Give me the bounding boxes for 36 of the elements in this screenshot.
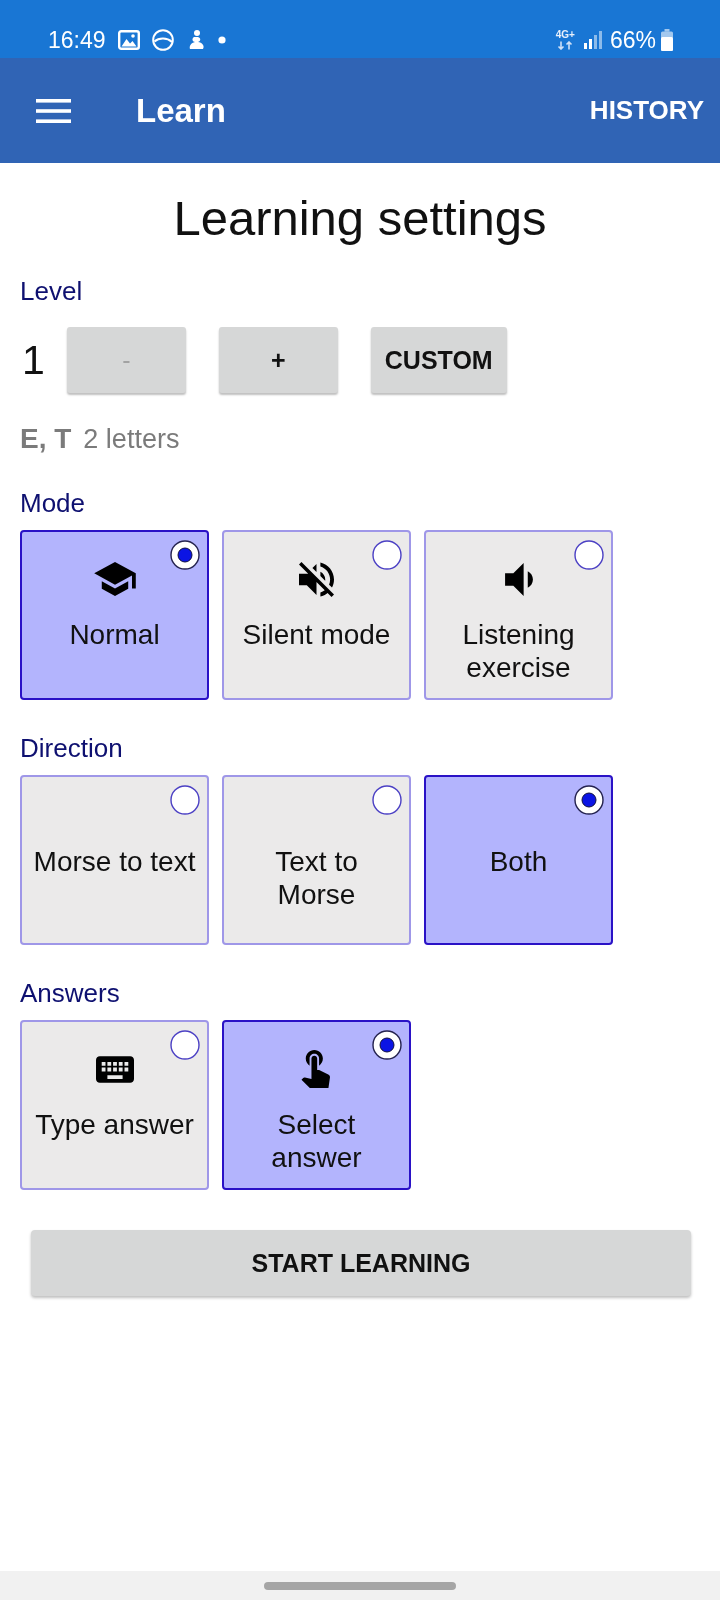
image-icon <box>117 30 140 50</box>
data-arrows-icon <box>557 41 574 50</box>
circle-icon <box>151 29 174 51</box>
option-tile[interactable]: Silent mode <box>222 530 411 700</box>
graduation-cap-icon <box>93 562 136 596</box>
level-value: 1 <box>22 336 45 384</box>
dot-icon <box>217 36 226 44</box>
network-type: 4G+ <box>555 30 575 40</box>
section-label: Direction <box>20 733 124 763</box>
section-label: Answers <box>20 978 121 1008</box>
section-label: Level <box>20 276 84 306</box>
history-button[interactable]: HISTORY <box>589 95 704 126</box>
letter-count: 2 letters <box>83 423 180 455</box>
pointing-hand-icon <box>301 1050 332 1088</box>
page-title: Learning settings <box>172 190 548 247</box>
option-tile[interactable]: Select answer <box>222 1020 411 1190</box>
status-time: 16:49 <box>48 26 106 54</box>
option-tile[interactable]: Morse to text <box>20 775 209 945</box>
section-label: Mode <box>20 488 87 518</box>
option-tile[interactable]: Text to Morse <box>222 775 411 945</box>
letters-text: E, T <box>20 423 72 455</box>
option-tile[interactable]: Both <box>424 775 613 945</box>
option-tile[interactable]: Listening exercise <box>424 530 613 700</box>
increase-button[interactable]: + <box>218 327 338 393</box>
battery-icon <box>661 29 673 51</box>
custom-button[interactable]: CUSTOM <box>370 327 507 393</box>
option-tile[interactable]: Type answer <box>20 1020 209 1190</box>
signal-icon <box>583 31 602 49</box>
battery-percent: 66% <box>609 26 656 54</box>
keyboard-icon <box>95 1055 134 1083</box>
app-title: Learn <box>136 91 227 130</box>
speaker-muted-icon <box>299 561 334 597</box>
menu-icon[interactable] <box>36 98 71 123</box>
speaker-icon <box>504 562 533 596</box>
option-tile[interactable]: Normal <box>20 530 209 700</box>
start-learning-button[interactable]: START LEARNING <box>31 1230 691 1296</box>
